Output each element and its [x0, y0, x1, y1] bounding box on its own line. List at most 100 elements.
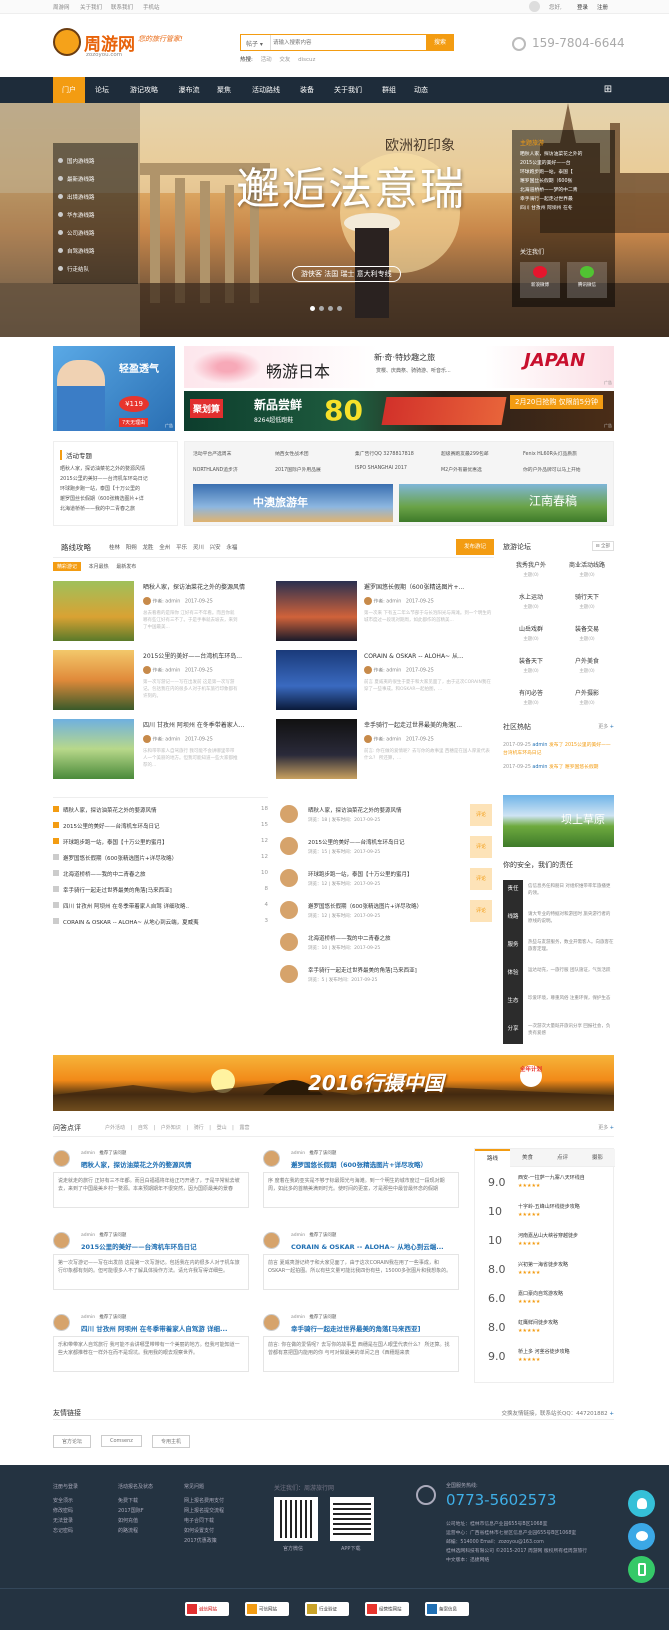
- float-wechat-button[interactable]: [628, 1523, 655, 1550]
- float-phone-button[interactable]: [628, 1556, 655, 1583]
- topbar-link-mobile[interactable]: 手机站: [143, 3, 160, 11]
- side-list-item[interactable]: 2015公里的美好——台: [520, 159, 610, 168]
- qa-tab[interactable]: 登山: [217, 1125, 227, 1131]
- rating-item[interactable]: 8.0 虹鹰鲜间徒步攻略 ★★★★★: [484, 1317, 614, 1342]
- post-thumbnail[interactable]: [53, 581, 134, 641]
- forum-cell[interactable]: 商业活动线路 主题(0): [561, 560, 613, 578]
- route-filter[interactable]: 阳朔: [126, 545, 137, 551]
- grid-menu-icon[interactable]: ⊞: [600, 77, 616, 103]
- link-item[interactable]: ISPO SHANGHAI 2017: [355, 466, 407, 471]
- route-filter[interactable]: 全州: [159, 545, 170, 551]
- nav-item-about[interactable]: 关于我们: [326, 77, 370, 103]
- nav-item-gear[interactable]: 装备: [294, 77, 320, 103]
- post-title[interactable]: 晒秋人家，探访油菜花之外的婺源风情: [143, 582, 245, 591]
- footer-link[interactable]: 如何充值: [118, 1516, 144, 1526]
- rating-tab-food[interactable]: 美食: [510, 1149, 545, 1167]
- ranking-item[interactable]: 环球跑步跑一站，泰国【十万公里的蜜月】 12: [53, 838, 268, 846]
- nav-item-routes[interactable]: 活动路线: [244, 77, 288, 103]
- tab-featured[interactable]: 精彩游记: [53, 562, 82, 571]
- slider-dot[interactable]: [310, 306, 315, 311]
- photography-banner[interactable]: 2016行摄中国 全年计划: [53, 1055, 614, 1111]
- slider-dot[interactable]: [319, 306, 324, 311]
- forum-cell[interactable]: 户外美食 主题(0): [561, 656, 613, 674]
- topbar-link-about[interactable]: 关于我们: [80, 3, 102, 11]
- rating-item[interactable]: 9.0 西安-一拉萨一九寨八天环线自 ★★★★★: [484, 1172, 614, 1197]
- qa-item[interactable]: admin 推荐了该问题 CORAIN & OSKAR -- ALOHA~ 从地心…: [263, 1230, 459, 1302]
- qa-question[interactable]: CORAIN & OSKAR -- ALOHA~ 从地心到云端...: [291, 1241, 444, 1251]
- post-title[interactable]: CORAIN & OSKAR -- ALOHA~ 从...: [364, 651, 464, 660]
- nav-item-portal[interactable]: 门户: [53, 77, 85, 103]
- forum-cell[interactable]: 装备交易 主题(0): [561, 624, 613, 642]
- nav-item-travel-notes[interactable]: 游记攻略: [122, 77, 166, 103]
- side-list-item[interactable]: 北海道桥桥一一梦的中二青: [520, 186, 610, 195]
- comment-button[interactable]: 评论: [470, 900, 492, 922]
- link-item[interactable]: 超级赛跑友最299包邮: [441, 450, 489, 457]
- route-filter[interactable]: 灵川: [193, 545, 204, 551]
- footer-link[interactable]: 如何设置支付: [184, 1526, 224, 1536]
- publish-note-button[interactable]: 发布游记: [456, 539, 494, 555]
- qa-item[interactable]: admin 推荐了该问题 晒秋人家，探访油菜花之外的婺源风情 说走就走的旅行 正好有…: [53, 1148, 249, 1220]
- nav-item-activity[interactable]: 动态: [408, 77, 434, 103]
- qa-tab[interactable]: 骑行: [194, 1125, 204, 1131]
- footer-link[interactable]: 免费下载: [118, 1496, 144, 1506]
- link-item[interactable]: 集广告行QQ 3278817818: [355, 450, 414, 457]
- post-thumbnail[interactable]: [276, 650, 357, 710]
- topic-item[interactable]: 环球跑步跑一站，泰国【十万公里的: [60, 484, 175, 494]
- qa-question[interactable]: 晒秋人家，探访油菜花之外的婺源风情: [81, 1159, 192, 1169]
- wechat-button[interactable]: 腾讯微信: [567, 262, 607, 298]
- friend-link[interactable]: Comsenz: [101, 1435, 142, 1447]
- qa-item[interactable]: admin 推荐了该问题 四川 甘孜州 阿坝州 在冬季带着家人自驾游 详细... 乐…: [53, 1312, 249, 1384]
- cert-badge[interactable]: 经营性网站: [365, 1602, 409, 1616]
- nav-item-forum[interactable]: 论坛: [88, 77, 116, 103]
- ranking-item[interactable]: 北海道桥桥——我的中二青春之旅 10: [53, 870, 268, 878]
- footer-link[interactable]: 2017国际F: [118, 1506, 144, 1516]
- post-title[interactable]: 幸手骑行一起走过世界最美的角落[...: [364, 720, 462, 729]
- nav-item-waterfall[interactable]: 瀑布流: [172, 77, 206, 103]
- post-thumbnail[interactable]: [53, 719, 134, 779]
- rating-item[interactable]: 9.0 桥上多 河茎谷徒步攻略 ★★★★★: [484, 1346, 614, 1371]
- qa-item[interactable]: admin 推荐了该问题 幸手骑行一起走过世界最美的角落[马来西亚] 前言: 你在做…: [263, 1312, 459, 1384]
- comment-item[interactable]: 北海道桥桥——我的中二青春之旅 浏览：10 | 发布时间：2017-09-25: [280, 931, 494, 960]
- ranking-item[interactable]: 幸手骑行一起走过世界最美的角落[马来西亚] 8: [53, 886, 268, 894]
- search-button[interactable]: 搜索: [426, 34, 454, 51]
- qa-tab[interactable]: 户外知识: [161, 1125, 181, 1131]
- footer-link[interactable]: 无法登录: [53, 1516, 73, 1526]
- forum-cell[interactable]: 装备天下 主题(0): [505, 656, 557, 674]
- float-qq-button[interactable]: [628, 1490, 655, 1517]
- menu-item[interactable]: 行走结队: [57, 265, 89, 273]
- topbar-link-home[interactable]: 周游网: [53, 3, 70, 11]
- link-item[interactable]: M2户外有最优惠选: [441, 466, 482, 473]
- route-filter[interactable]: 平乐: [176, 545, 187, 551]
- weibo-button[interactable]: 新浪微博: [520, 262, 560, 298]
- menu-item[interactable]: 出境游线路: [58, 193, 95, 201]
- side-list-item[interactable]: 环球跑步跑一站，泰国【: [520, 168, 610, 177]
- topic-item[interactable]: 邂罗国丝长假期（600张精选图片+详: [60, 494, 175, 504]
- qa-question[interactable]: 四川 甘孜州 阿坝州 在冬季带着家人自驾游 详细...: [81, 1323, 227, 1333]
- friend-link[interactable]: 官方论坛: [53, 1435, 92, 1448]
- logo-mascot-icon[interactable]: [53, 28, 81, 56]
- community-more[interactable]: 更多 +: [598, 723, 614, 730]
- cert-badge[interactable]: 备案信息: [425, 1602, 469, 1616]
- post-thumbnail[interactable]: [53, 650, 134, 710]
- hot-link[interactable]: 活动: [261, 57, 272, 63]
- qa-more[interactable]: 更多 +: [598, 1124, 614, 1131]
- cert-badge[interactable]: 行业验证: [305, 1602, 349, 1616]
- search-input[interactable]: [273, 37, 413, 48]
- ranking-item[interactable]: 2015公里的美好——台湾机车环岛日记 15: [53, 822, 268, 830]
- post-thumbnail[interactable]: [276, 719, 357, 779]
- footer-link[interactable]: 忘记密码: [53, 1526, 73, 1536]
- footer-link[interactable]: 修改密码: [53, 1506, 73, 1516]
- rating-item[interactable]: 10 十字岭-五峰山环线徒步攻略 ★★★★★: [484, 1201, 614, 1226]
- hot-link[interactable]: discuz: [298, 57, 315, 63]
- comment-item[interactable]: 2015公里的美好——台湾机车环岛日记 浏览：15 | 发布时间：2017-09-…: [280, 835, 494, 864]
- friend-link[interactable]: 专用主机: [152, 1435, 191, 1448]
- footer-link[interactable]: 安全须示: [53, 1496, 73, 1506]
- forum-cell[interactable]: 户外摄影 主题(0): [561, 688, 613, 706]
- ranking-item[interactable]: 晒秋人家，探访油菜花之外的婺源风情 18: [53, 806, 268, 814]
- comment-item[interactable]: 幸手骑行一起走过世界最美的角落[马来西亚] 浏览：5 | 发布时间：2017-09…: [280, 963, 494, 992]
- hot-link[interactable]: 交友: [279, 57, 290, 63]
- link-item[interactable]: 纳西女性战术团: [275, 450, 309, 457]
- comment-button[interactable]: 评论: [470, 868, 492, 890]
- forum-cell[interactable]: 水上运动 主题(0): [505, 592, 557, 610]
- ad-sportswear[interactable]: 轻盈透气 ¥119 7天无理由 广告: [53, 346, 175, 431]
